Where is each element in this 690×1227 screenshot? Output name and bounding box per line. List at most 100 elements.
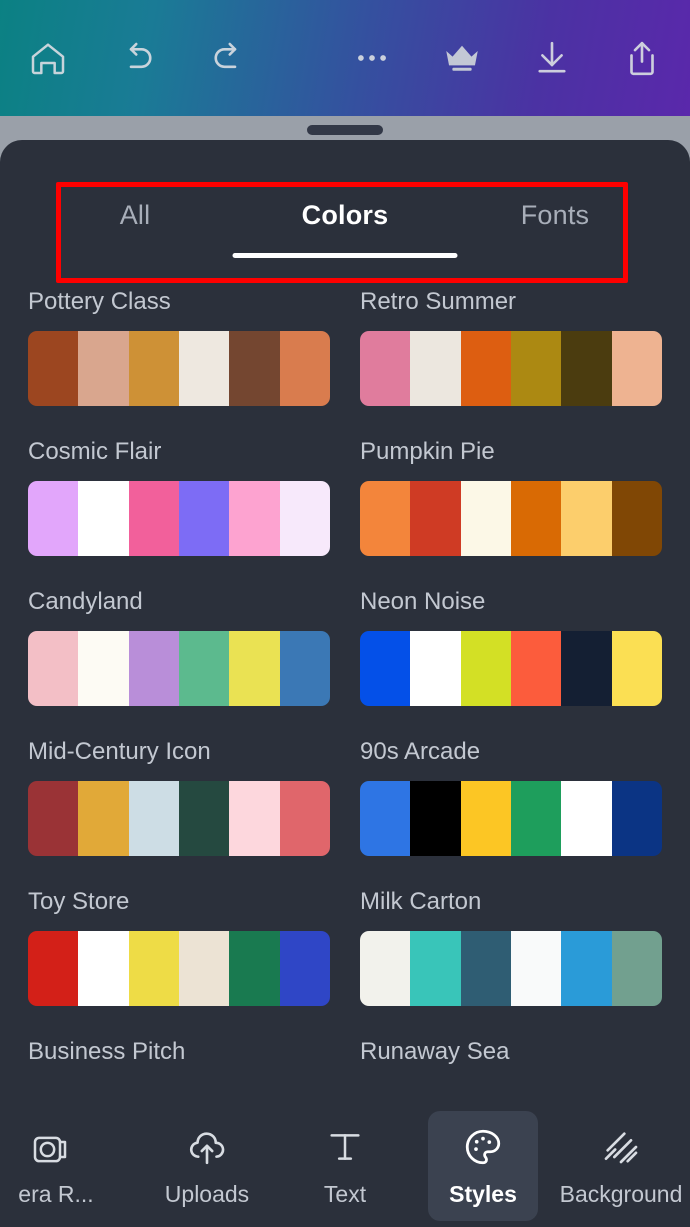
palette-name: Retro Summer [360, 288, 517, 315]
palette-swatches[interactable] [28, 931, 330, 1006]
color-swatch[interactable] [28, 331, 79, 406]
color-swatch[interactable] [229, 631, 280, 706]
palette-swatches[interactable] [28, 781, 330, 856]
palette-swatches[interactable] [28, 331, 330, 406]
color-swatch[interactable] [229, 781, 280, 856]
color-swatch[interactable] [611, 331, 662, 406]
color-swatch[interactable] [561, 331, 612, 406]
palette-card[interactable]: Runaway Sea [360, 1038, 662, 1081]
color-swatch[interactable] [410, 481, 461, 556]
color-swatch[interactable] [279, 631, 330, 706]
color-swatch[interactable] [229, 481, 280, 556]
color-swatch[interactable] [178, 781, 230, 856]
palette-card[interactable]: Cosmic Flair [28, 438, 330, 556]
color-swatch[interactable] [561, 781, 612, 856]
color-swatch[interactable] [460, 631, 511, 706]
palette-card[interactable]: 90s Arcade [360, 738, 662, 856]
color-swatch[interactable] [128, 931, 179, 1006]
color-swatch[interactable] [178, 481, 230, 556]
palette-card[interactable]: Pumpkin Pie [360, 438, 662, 556]
color-swatch[interactable] [229, 931, 280, 1006]
home-icon[interactable] [24, 34, 72, 82]
color-swatch[interactable] [28, 631, 79, 706]
color-swatch[interactable] [611, 481, 662, 556]
color-swatch[interactable] [78, 331, 129, 406]
color-swatch[interactable] [28, 781, 79, 856]
drag-handle[interactable] [307, 125, 383, 135]
palette-swatches[interactable] [360, 481, 662, 556]
color-swatch[interactable] [510, 331, 562, 406]
nav-item-erar[interactable]: era R... [0, 1105, 138, 1227]
color-swatch[interactable] [78, 931, 129, 1006]
nav-item-background[interactable]: Background [552, 1105, 690, 1227]
undo-icon[interactable] [114, 34, 162, 82]
tab-fonts[interactable]: Fonts [450, 182, 660, 270]
color-swatch[interactable] [360, 481, 411, 556]
palette-card[interactable]: Mid-Century Icon [28, 738, 330, 856]
nav-item-uploads[interactable]: Uploads [138, 1105, 276, 1227]
palette-card[interactable]: Toy Store [28, 888, 330, 1006]
palette-card[interactable]: Retro Summer [360, 288, 662, 406]
color-swatch[interactable] [510, 781, 562, 856]
color-swatch[interactable] [128, 781, 179, 856]
color-swatch[interactable] [460, 481, 511, 556]
palette-swatches[interactable] [360, 781, 662, 856]
color-swatch[interactable] [611, 931, 662, 1006]
color-swatch[interactable] [360, 331, 411, 406]
redo-icon[interactable] [204, 34, 252, 82]
color-swatch[interactable] [561, 631, 612, 706]
color-swatch[interactable] [410, 331, 461, 406]
color-swatch[interactable] [229, 331, 280, 406]
tab-all[interactable]: All [30, 182, 240, 270]
color-swatch[interactable] [460, 931, 511, 1006]
nav-item-text[interactable]: Text [276, 1105, 414, 1227]
color-swatch[interactable] [561, 481, 612, 556]
tab-colors[interactable]: Colors [232, 182, 458, 270]
palette-swatches[interactable] [360, 331, 662, 406]
color-swatch[interactable] [279, 481, 330, 556]
palette-card[interactable]: Neon Noise [360, 588, 662, 706]
color-swatch[interactable] [510, 631, 562, 706]
color-swatch[interactable] [128, 331, 179, 406]
color-swatch[interactable] [78, 631, 129, 706]
share-icon[interactable] [618, 34, 666, 82]
color-swatch[interactable] [78, 481, 129, 556]
color-swatch[interactable] [611, 781, 662, 856]
color-swatch[interactable] [128, 481, 179, 556]
color-swatch[interactable] [28, 481, 79, 556]
color-swatch[interactable] [460, 331, 511, 406]
color-swatch[interactable] [510, 481, 562, 556]
palette-card[interactable]: Business Pitch [28, 1038, 330, 1081]
color-swatch[interactable] [178, 631, 230, 706]
color-swatch[interactable] [561, 931, 612, 1006]
color-swatch[interactable] [410, 631, 461, 706]
color-swatch[interactable] [410, 931, 461, 1006]
palette-card[interactable]: Candyland [28, 588, 330, 706]
color-swatch[interactable] [279, 331, 330, 406]
color-swatch[interactable] [178, 931, 230, 1006]
color-swatch[interactable] [460, 781, 511, 856]
color-swatch[interactable] [360, 931, 411, 1006]
color-swatch[interactable] [360, 781, 411, 856]
more-options-icon[interactable] [348, 34, 396, 82]
palette-card[interactable]: Milk Carton [360, 888, 662, 1006]
crown-icon[interactable] [438, 34, 486, 82]
tab-colors-label: Colors [301, 200, 389, 230]
color-swatch[interactable] [279, 931, 330, 1006]
color-swatch[interactable] [178, 331, 230, 406]
color-swatch[interactable] [611, 631, 662, 706]
palette-swatches[interactable] [360, 931, 662, 1006]
color-swatch[interactable] [28, 931, 79, 1006]
color-swatch[interactable] [78, 781, 129, 856]
palette-swatches[interactable] [28, 481, 330, 556]
palette-swatches[interactable] [28, 631, 330, 706]
palette-swatches[interactable] [360, 631, 662, 706]
nav-item-styles[interactable]: Styles [414, 1105, 552, 1227]
palette-card[interactable]: Pottery Class [28, 288, 330, 406]
download-icon[interactable] [528, 34, 576, 82]
color-swatch[interactable] [279, 781, 330, 856]
color-swatch[interactable] [128, 631, 179, 706]
color-swatch[interactable] [510, 931, 562, 1006]
color-swatch[interactable] [410, 781, 461, 856]
color-swatch[interactable] [360, 631, 411, 706]
